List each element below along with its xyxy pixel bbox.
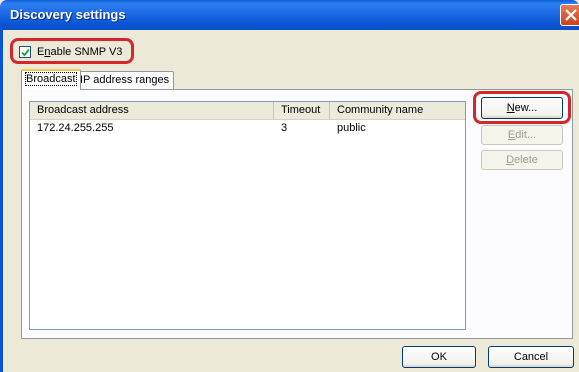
highlight-new-button	[473, 91, 571, 124]
edit-button-label: Edit...	[507, 129, 537, 141]
cancel-button-label: Cancel	[513, 351, 549, 363]
tab-broadcast[interactable]: Broadcast	[21, 69, 81, 90]
table-row[interactable]: 172.24.255.255 3 public	[30, 121, 465, 136]
broadcast-list[interactable]: Broadcast address Timeout Community name…	[29, 101, 476, 330]
window-title: Discovery settings	[10, 7, 126, 22]
column-timeout[interactable]: Timeout	[274, 102, 330, 119]
column-broadcast-address[interactable]: Broadcast address	[30, 102, 274, 119]
ok-button-label: OK	[431, 351, 447, 363]
tab-broadcast-label: Broadcast	[25, 72, 77, 86]
close-button[interactable]	[560, 4, 579, 26]
discovery-settings-dialog: Discovery settings Enable SNMP V3 Broadc…	[0, 0, 579, 372]
highlight-enable-snmp	[10, 38, 134, 64]
close-icon	[565, 9, 577, 21]
cell-broadcast-address: 172.24.255.255	[37, 122, 114, 134]
window-frame	[0, 30, 3, 372]
cell-community-name: public	[337, 122, 366, 134]
list-header: Broadcast address Timeout Community name	[30, 102, 476, 120]
tab-ip-address-ranges-label: IP address ranges	[80, 74, 170, 86]
delete-button[interactable]: Delete	[481, 150, 563, 170]
title-bar: Discovery settings	[0, 0, 579, 30]
column-community-name[interactable]: Community name	[330, 102, 476, 119]
edit-button[interactable]: Edit...	[481, 125, 563, 145]
ok-button[interactable]: OK	[402, 346, 476, 368]
delete-button-label: Delete	[506, 154, 538, 166]
tab-ip-address-ranges[interactable]: IP address ranges	[75, 71, 175, 90]
cell-timeout: 3	[281, 122, 288, 134]
cancel-button[interactable]: Cancel	[488, 346, 574, 368]
